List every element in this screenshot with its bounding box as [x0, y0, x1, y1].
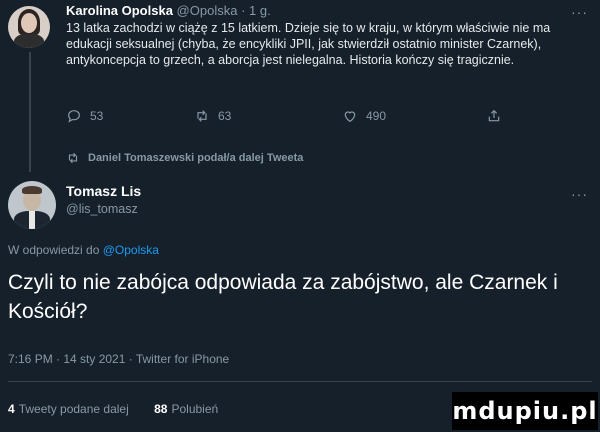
avatar-tomasz-lis[interactable]	[8, 181, 56, 229]
retweets-stat-label: Tweety podane dalej	[18, 402, 129, 416]
tweet1-author-handle[interactable]: @Opolska	[177, 3, 238, 18]
retweet-notice-text: Daniel Tomaszewski podał/a dalej Tweeta	[88, 152, 304, 164]
like-button[interactable]: 490	[342, 108, 386, 124]
tweet1-author-name[interactable]: Karolina Opolska	[66, 3, 173, 18]
avatar-karolina-opolska[interactable]	[8, 6, 50, 48]
tweet1-actions: 53 63 490	[66, 108, 566, 128]
tweet1-time[interactable]: 1 g.	[249, 3, 271, 18]
tweet2-author-handle[interactable]: @lis_tomasz	[66, 202, 141, 216]
divider	[8, 381, 592, 382]
reply-icon	[68, 110, 80, 123]
retweet-icon	[68, 152, 78, 164]
tweet2-more-icon[interactable]: ···	[571, 186, 588, 202]
thread-line	[29, 52, 31, 172]
avatar-shirt	[29, 211, 35, 229]
avatar-body	[14, 34, 44, 48]
reply-context: W odpowiedzi do @Opolska	[8, 243, 159, 257]
tweet2-text: Czyli to nie zabójca odpowiada za zabójs…	[8, 271, 558, 323]
retweet-count: 63	[218, 109, 232, 123]
avatar-hair	[22, 186, 42, 194]
tweet2-meta[interactable]: 7:16 PM · 14 sty 2021 · Twitter for iPho…	[8, 352, 229, 366]
tweet1-header: Karolina Opolska @Opolska · 1 g.	[66, 3, 271, 18]
retweets-stat[interactable]: 4 Tweety podane dalej	[8, 402, 132, 416]
share-button[interactable]	[486, 108, 502, 124]
tweet2-author: Tomasz Lis @lis_tomasz	[66, 183, 141, 216]
reply-target-link[interactable]: @Opolska	[103, 243, 159, 257]
retweets-stat-count: 4	[8, 402, 15, 416]
likes-stat-label: Polubień	[171, 402, 219, 416]
like-count: 490	[366, 109, 387, 123]
retweet-icon	[197, 110, 207, 122]
reply-button[interactable]: 53	[66, 108, 103, 124]
retweet-button[interactable]: 63	[194, 108, 231, 124]
tweet1-more-icon[interactable]: ···	[571, 4, 588, 20]
tweet2-author-name[interactable]: Tomasz Lis	[66, 183, 141, 199]
likes-stat[interactable]: 88 Polubień	[154, 402, 218, 416]
reply-prefix: W odpowiedzi do	[8, 243, 100, 257]
likes-stat-count: 88	[154, 402, 168, 416]
reply-count: 53	[90, 109, 104, 123]
site-watermark: mdupiu.pl	[452, 392, 598, 430]
tweet1-text: 13 latka zachodzi w ciążę z 15 latkiem. …	[66, 21, 551, 67]
heart-icon	[344, 111, 356, 123]
share-icon	[488, 109, 500, 122]
retweet-notice[interactable]: Daniel Tomaszewski podał/a dalej Tweeta	[66, 151, 303, 165]
avatar-face	[21, 13, 37, 33]
tweet2-stats: 4 Tweety podane dalej 88 Polubień	[8, 402, 218, 416]
tweet1-separator: ·	[241, 3, 246, 18]
